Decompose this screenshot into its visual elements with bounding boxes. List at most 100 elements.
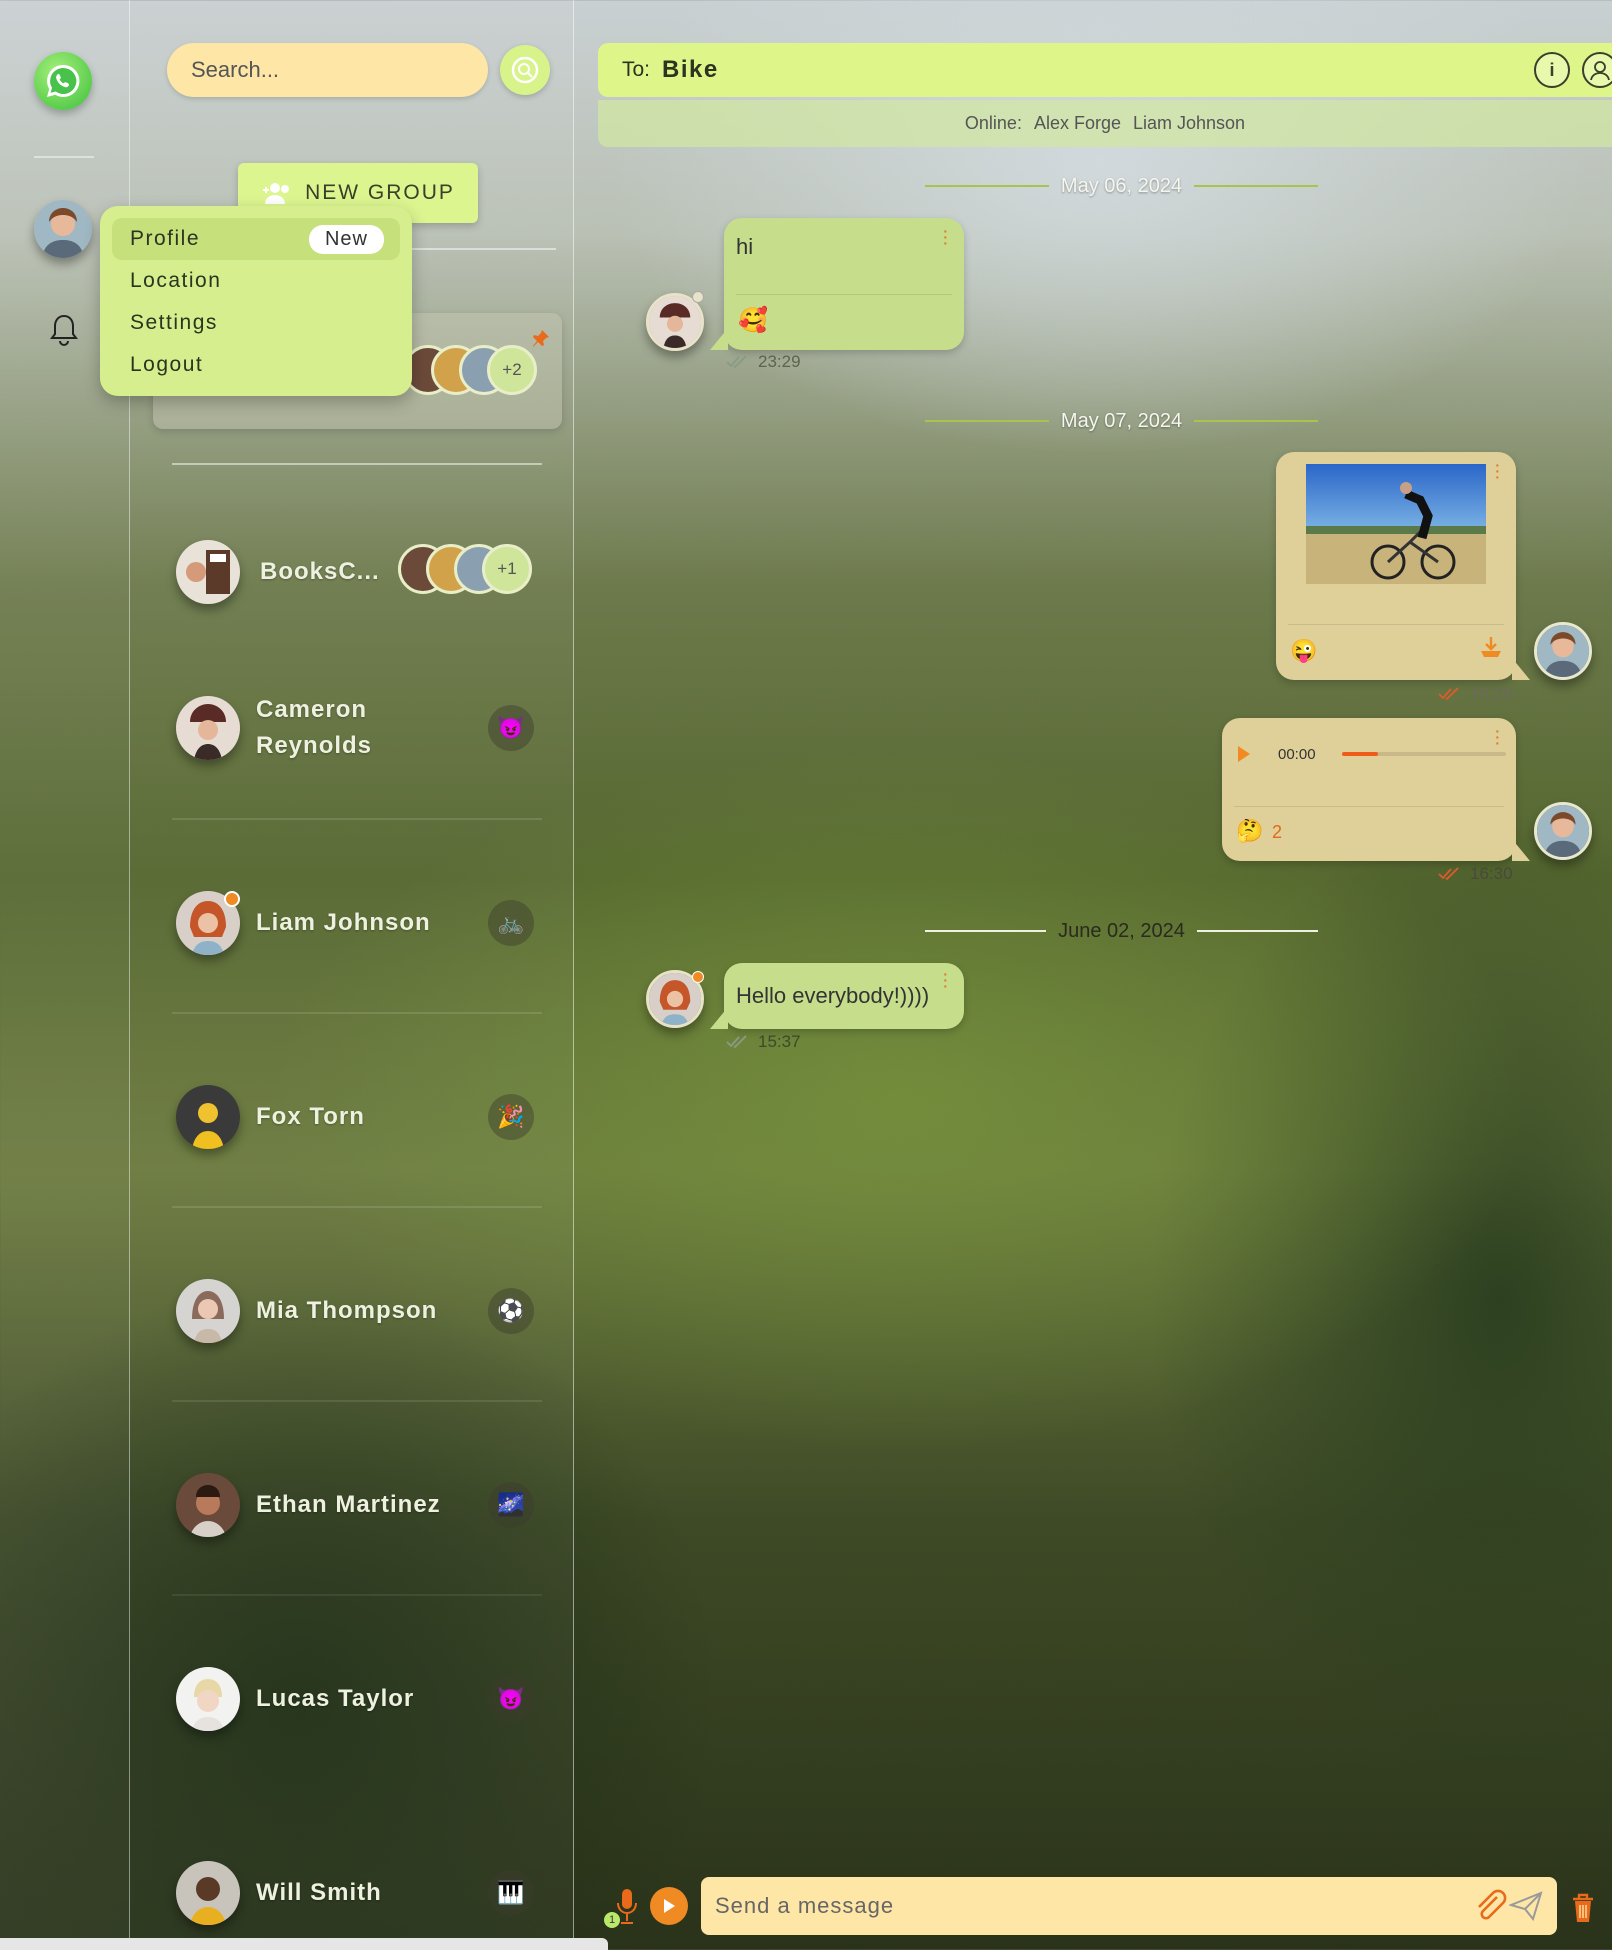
message-timestamp: 15:37 <box>758 1032 801 1051</box>
message-bubble[interactable]: · · · 😜 <box>1276 452 1530 680</box>
status-bar <box>0 1938 608 1950</box>
member-more-count: +2 <box>487 345 537 395</box>
chat-title: Bike <box>662 56 719 83</box>
message-menu-icon[interactable]: · · · <box>943 967 948 993</box>
play-icon <box>664 1899 675 1913</box>
search-button[interactable] <box>500 45 550 95</box>
online-user[interactable]: Liam Johnson <box>1133 113 1245 134</box>
rail-divider <box>34 156 94 158</box>
status-emoji-icon: 😈 <box>488 705 534 751</box>
reaction-count: 2 <box>1272 822 1283 842</box>
contact-avatar <box>176 1861 240 1925</box>
message-input-placeholder: Send a message <box>715 1893 895 1918</box>
message-input[interactable]: Send a message <box>701 1877 1557 1935</box>
user-avatar[interactable] <box>34 200 92 258</box>
search-placeholder: Search... <box>191 57 280 82</box>
message-timestamp: 23:29 <box>758 352 801 371</box>
profile-menu: Profile New Location Settings Logout <box>100 206 412 396</box>
online-indicator <box>692 971 704 983</box>
message-bubble[interactable]: · · · Hello everybody!)))) <box>710 963 964 1029</box>
menu-item-label: Settings <box>130 311 218 334</box>
mic-badge: 1 <box>604 1912 620 1928</box>
contact-item-will[interactable]: Will Smith 🎹 <box>176 1859 556 1927</box>
message-timestamp: 16:30 <box>1470 864 1513 883</box>
date-label: May 07, 2024 <box>1060 409 1183 432</box>
contact-name: Will Smith <box>256 1879 382 1906</box>
menu-item-logout[interactable]: Logout <box>112 344 400 386</box>
date-separator: June 02, 2024 <box>925 916 1318 946</box>
divider <box>172 1206 542 1208</box>
contact-name: Ethan Martinez <box>256 1491 441 1518</box>
contact-name: Mia Thompson <box>256 1297 438 1324</box>
menu-item-settings[interactable]: Settings <box>112 302 400 344</box>
double-check-icon <box>726 355 747 369</box>
bubble-tail <box>1512 658 1530 680</box>
new-badge: New <box>308 224 384 254</box>
online-user[interactable]: Alex Forge <box>1034 113 1121 134</box>
search-input[interactable]: Search... <box>167 43 488 97</box>
paperclip-icon[interactable] <box>1473 1889 1507 1923</box>
play-button[interactable] <box>650 1887 688 1925</box>
contact-item-cameron[interactable]: Cameron Reynolds 😈 <box>176 694 556 762</box>
date-label: June 02, 2024 <box>1058 919 1185 942</box>
message-bubble[interactable]: · · · hi 🥰 <box>710 218 964 350</box>
reaction-emoji[interactable]: 😜 <box>1290 638 1317 664</box>
send-icon[interactable] <box>1509 1891 1543 1921</box>
contact-item-liam[interactable]: Liam Johnson 🚲 <box>176 889 556 957</box>
download-icon[interactable] <box>1478 634 1504 660</box>
status-emoji-icon: 🚲 <box>488 900 534 946</box>
double-check-icon <box>1438 687 1459 701</box>
online-label: Online: <box>964 113 1022 133</box>
trash-icon[interactable] <box>1570 1892 1596 1924</box>
double-check-icon <box>726 1035 747 1049</box>
divider <box>172 1012 542 1014</box>
contact-item-ethan[interactable]: Ethan Martinez 🌌 <box>176 1471 556 1539</box>
message-menu-icon[interactable]: · · · <box>1495 458 1500 484</box>
message-text: hi <box>736 234 754 259</box>
phone-icon <box>47 64 80 97</box>
status-emoji-icon: 🎉 <box>488 1094 534 1140</box>
audio-play-icon[interactable] <box>1236 744 1252 764</box>
bell-icon[interactable] <box>48 312 80 348</box>
message-time: 16:29 <box>1438 684 1513 704</box>
date-separator: May 07, 2024 <box>925 406 1319 436</box>
online-indicator <box>224 891 240 907</box>
divider <box>736 294 952 295</box>
bubble-tail <box>1512 839 1530 861</box>
bubble-tail <box>710 328 728 350</box>
date-label: May 06, 2024 <box>1060 174 1183 197</box>
contact-item-mia[interactable]: Mia Thompson ⚽ <box>176 1277 556 1345</box>
message-text: Hello everybody!)))) <box>736 983 930 1008</box>
online-indicator <box>692 291 704 303</box>
contact-item-books[interactable]: BooksC... +1 <box>176 538 556 606</box>
contact-avatar <box>176 1279 240 1343</box>
message-time: 15:37 <box>726 1032 801 1052</box>
status-emoji-icon: 🎹 <box>488 1870 534 1916</box>
contact-item-fox[interactable]: Fox Torn 🎉 <box>176 1083 556 1151</box>
audio-progress-track[interactable] <box>1342 752 1506 756</box>
user-icon[interactable] <box>1582 52 1612 88</box>
message-menu-icon[interactable]: · · · <box>943 224 948 250</box>
message-bubble[interactable]: · · · 00:00 🤔 2 <box>1222 718 1530 861</box>
online-users-bar: Online: Alex Forge Liam Johnson <box>598 100 1612 147</box>
menu-item-location[interactable]: Location <box>112 260 400 302</box>
divider <box>172 463 542 465</box>
whatsapp-logo-icon[interactable] <box>34 52 92 110</box>
message-menu-icon[interactable]: · · · <box>1495 724 1500 750</box>
contact-avatar <box>176 1473 240 1537</box>
audio-duration: 00:00 <box>1278 746 1316 763</box>
group-members: +1 <box>398 544 532 594</box>
contact-name: Lucas Taylor <box>256 1685 415 1712</box>
divider <box>1288 624 1504 625</box>
menu-item-profile[interactable]: Profile New <box>112 218 400 260</box>
attached-photo[interactable] <box>1306 464 1486 584</box>
info-icon[interactable]: i <box>1534 52 1570 88</box>
member-more-count: +1 <box>482 544 532 594</box>
bubble-tail <box>710 1007 728 1029</box>
divider <box>172 818 542 820</box>
menu-item-label: Logout <box>130 353 204 376</box>
contact-item-lucas[interactable]: Lucas Taylor 😈 <box>176 1665 556 1733</box>
new-group-label: NEW GROUP <box>305 181 455 204</box>
reaction-emoji[interactable]: 🤔 <box>1236 818 1263 844</box>
reaction-emoji[interactable]: 🥰 <box>738 306 768 335</box>
